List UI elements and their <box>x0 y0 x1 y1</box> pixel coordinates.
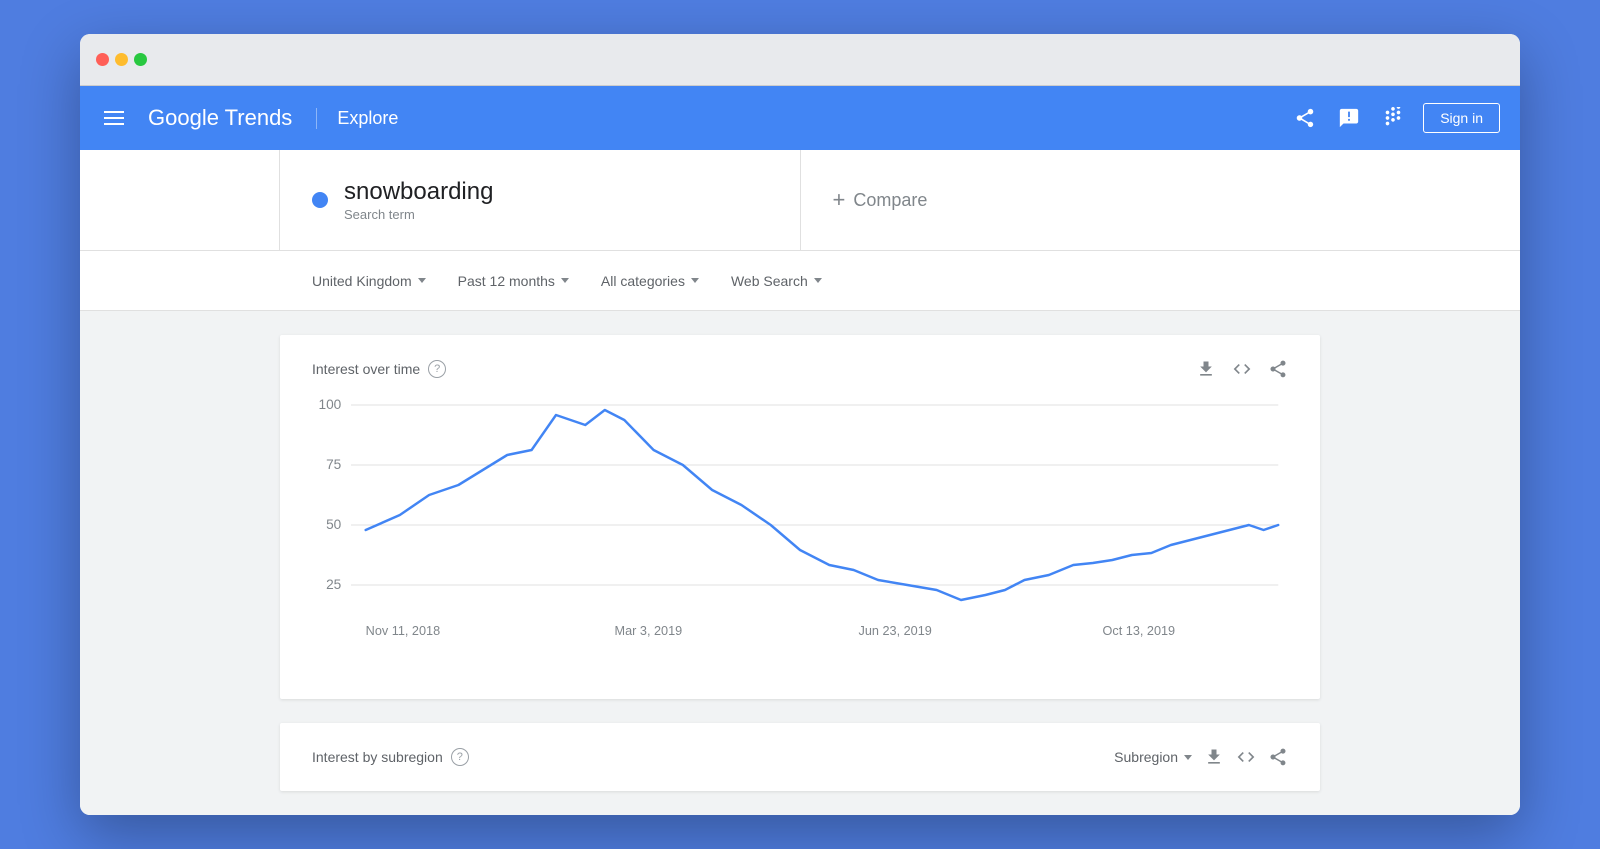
header-icons: Sign in <box>1291 103 1500 133</box>
chart-svg: 100 75 50 25 Nov 11, 2018 Mar 3, 2019 Ju… <box>312 395 1288 675</box>
time-filter[interactable]: Past 12 months <box>446 265 581 297</box>
search-term[interactable]: snowboarding <box>344 178 493 207</box>
download-icon[interactable] <box>1196 359 1216 379</box>
share-chart-icon[interactable] <box>1268 359 1288 379</box>
region-label: United Kingdom <box>312 273 412 289</box>
subregion-share-icon[interactable] <box>1268 747 1288 767</box>
time-label: Past 12 months <box>458 273 555 289</box>
filters-bar: United Kingdom Past 12 months All catego… <box>80 251 1520 311</box>
sign-in-button[interactable]: Sign in <box>1423 103 1500 133</box>
chart-title: Interest over time <box>312 361 420 377</box>
search-term-info: snowboarding Search term <box>344 178 493 222</box>
browser-chrome <box>80 34 1520 86</box>
subregion-dropdown-label: Subregion <box>1114 749 1178 765</box>
chart-help-icon[interactable]: ? <box>428 360 446 378</box>
subregion-type-dropdown[interactable]: Subregion <box>1114 749 1192 765</box>
svg-text:100: 100 <box>318 396 341 412</box>
embed-icon[interactable] <box>1232 359 1252 379</box>
search-type-filter[interactable]: Web Search <box>719 265 834 297</box>
compare-section[interactable]: + Compare <box>801 150 1321 250</box>
card-title: Interest over time ? <box>312 360 446 378</box>
compare-plus-icon: + <box>833 187 846 213</box>
apps-icon[interactable] <box>1379 104 1407 132</box>
chart-container: 100 75 50 25 Nov 11, 2018 Mar 3, 2019 Ju… <box>312 395 1288 675</box>
search-term-section: snowboarding Search term <box>280 150 801 250</box>
feedback-icon[interactable] <box>1335 104 1363 132</box>
maximize-button[interactable] <box>134 53 147 66</box>
search-term-type: Search term <box>344 207 493 222</box>
card-header: Interest over time ? <box>312 359 1288 379</box>
minimize-button[interactable] <box>115 53 128 66</box>
interest-by-subregion-card: Interest by subregion ? Subregion <box>280 723 1320 791</box>
subregion-chevron-icon <box>1184 755 1192 760</box>
svg-text:Oct 13, 2019: Oct 13, 2019 <box>1103 623 1176 638</box>
svg-text:75: 75 <box>326 456 341 472</box>
search-type-chevron-icon <box>814 278 822 283</box>
svg-text:Nov 11, 2018: Nov 11, 2018 <box>366 623 440 638</box>
subregion-embed-icon[interactable] <box>1236 747 1256 767</box>
time-chevron-icon <box>561 278 569 283</box>
main-content: Interest over time ? <box>80 311 1520 815</box>
app-container: Google Trends Explore <box>80 86 1520 815</box>
subregion-download-icon[interactable] <box>1204 747 1224 767</box>
close-button[interactable] <box>96 53 109 66</box>
search-type-label: Web Search <box>731 273 808 289</box>
traffic-lights <box>96 53 147 66</box>
region-filter[interactable]: United Kingdom <box>300 265 438 297</box>
category-chevron-icon <box>691 278 699 283</box>
compare-label: Compare <box>853 190 927 211</box>
subregion-actions: Subregion <box>1114 747 1288 767</box>
search-area: snowboarding Search term + Compare <box>80 150 1520 251</box>
svg-text:Mar 3, 2019: Mar 3, 2019 <box>615 623 683 638</box>
header: Google Trends Explore <box>80 86 1520 150</box>
right-placeholder <box>1320 150 1520 250</box>
region-chevron-icon <box>418 278 426 283</box>
app-logo: Google Trends <box>148 105 292 131</box>
subregion-title: Interest by subregion ? <box>312 748 469 766</box>
share-icon[interactable] <box>1291 104 1319 132</box>
logo-text: Google Trends <box>148 105 292 130</box>
sidebar-placeholder <box>80 150 280 250</box>
svg-text:50: 50 <box>326 516 341 532</box>
search-dot <box>312 192 328 208</box>
card-actions <box>1196 359 1288 379</box>
browser-window: Google Trends Explore <box>80 34 1520 815</box>
page-title: Explore <box>316 108 398 129</box>
category-label: All categories <box>601 273 685 289</box>
subregion-help-icon[interactable]: ? <box>451 748 469 766</box>
subregion-title-text: Interest by subregion <box>312 749 443 765</box>
interest-over-time-card: Interest over time ? <box>280 335 1320 699</box>
svg-text:Jun 23, 2019: Jun 23, 2019 <box>859 623 932 638</box>
subregion-header: Interest by subregion ? Subregion <box>312 747 1288 767</box>
category-filter[interactable]: All categories <box>589 265 711 297</box>
svg-text:25: 25 <box>326 576 341 592</box>
hamburger-menu[interactable] <box>100 107 128 129</box>
